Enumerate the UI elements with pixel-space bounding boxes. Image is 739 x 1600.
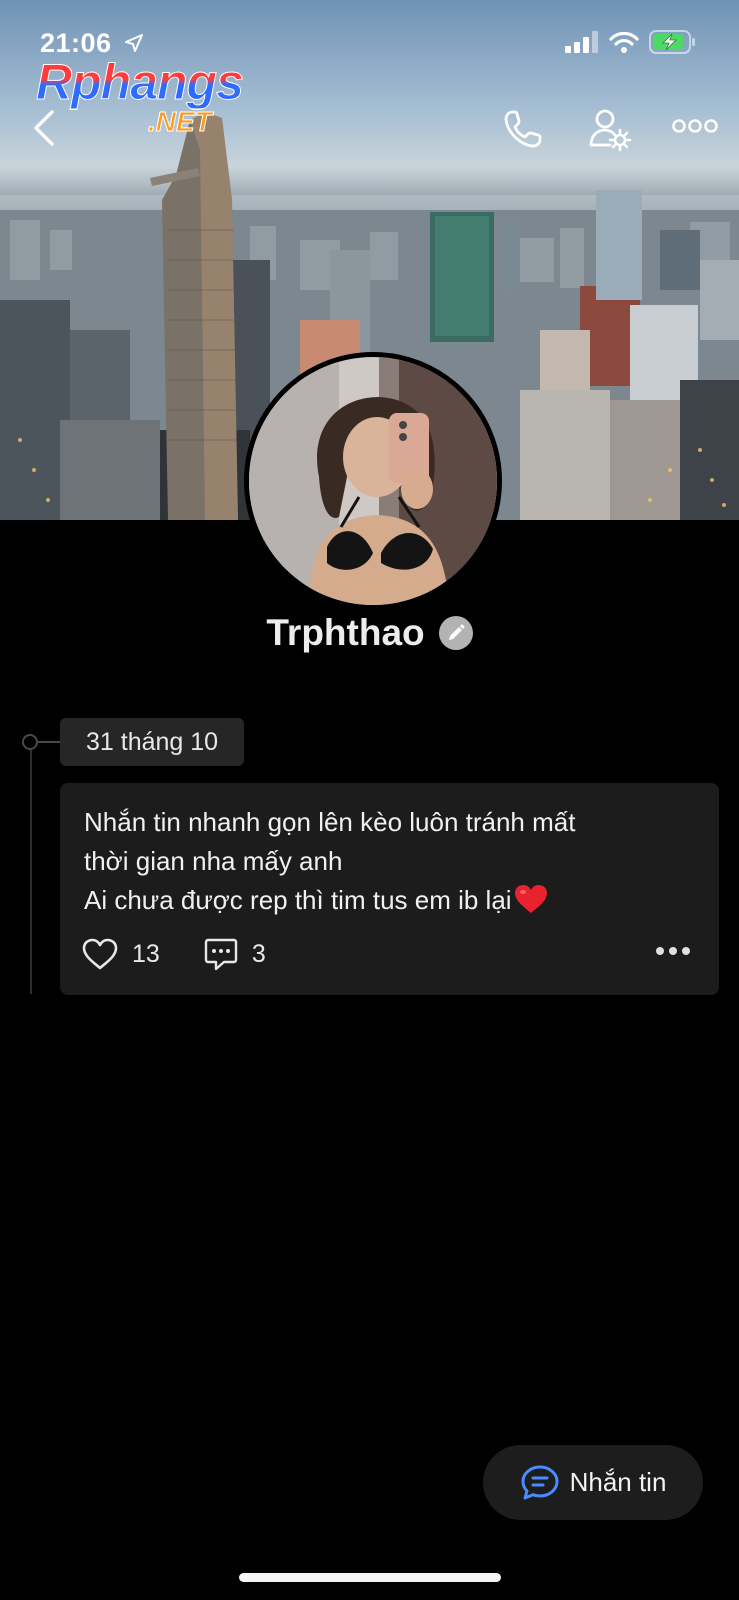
timeline-line	[30, 748, 32, 994]
phone-icon[interactable]	[502, 108, 544, 150]
chat-bubble-icon	[521, 1465, 559, 1499]
message-button-label: Nhắn tin	[569, 1467, 667, 1497]
post-line-3: Ai chưa được rep thì tim tus em ib lại	[84, 881, 704, 920]
profile-settings-icon[interactable]	[588, 108, 632, 152]
watermark-logo: Rphangs .NET	[36, 54, 245, 138]
post-more-icon[interactable]	[655, 945, 691, 957]
red-heart-emoji	[514, 885, 547, 913]
battery-charging-icon	[649, 30, 695, 54]
signal-icon	[565, 31, 598, 53]
avatar-photo	[249, 357, 497, 605]
message-button[interactable]: Nhắn tin	[483, 1445, 703, 1520]
edit-profile-button[interactable]	[438, 616, 473, 650]
location-arrow-icon	[125, 34, 143, 52]
comment-count: 3	[251, 939, 266, 968]
watermark-main: Rphangs	[36, 54, 245, 110]
timeline-connector	[38, 741, 60, 743]
post-text: Nhắn tin nhanh gọn lên kèo luôn tránh mấ…	[84, 803, 704, 920]
home-indicator[interactable]	[239, 1573, 501, 1582]
like-count: 13	[132, 939, 160, 968]
comment-icon	[204, 938, 238, 971]
more-icon[interactable]	[672, 116, 718, 136]
profile-name: Trphthao	[266, 612, 425, 653]
comment-button[interactable]: 3	[204, 937, 266, 971]
wifi-icon	[609, 31, 639, 53]
watermark-sub: .NET	[148, 106, 213, 138]
status-post[interactable]: Nhắn tin nhanh gọn lên kèo luôn tránh mấ…	[60, 783, 719, 995]
post-line-3-text: Ai chưa được rep thì tim tus em ib lại	[84, 885, 512, 915]
back-icon[interactable]	[30, 108, 60, 148]
post-line-2: thời gian nha mấy anh	[84, 846, 343, 876]
timeline-dot	[22, 734, 38, 750]
pencil-icon	[448, 624, 465, 640]
avatar[interactable]	[244, 352, 502, 610]
heart-icon	[82, 938, 118, 970]
timeline-date: 31 tháng 10	[60, 718, 245, 766]
like-button[interactable]: 13	[82, 938, 160, 970]
post-actions: 13 3	[82, 937, 266, 971]
post-line-1: Nhắn tin nhanh gọn lên kèo luôn tránh mấ…	[84, 807, 576, 837]
status-icons	[565, 30, 697, 54]
profile-name-row: Trphthao	[0, 612, 739, 654]
